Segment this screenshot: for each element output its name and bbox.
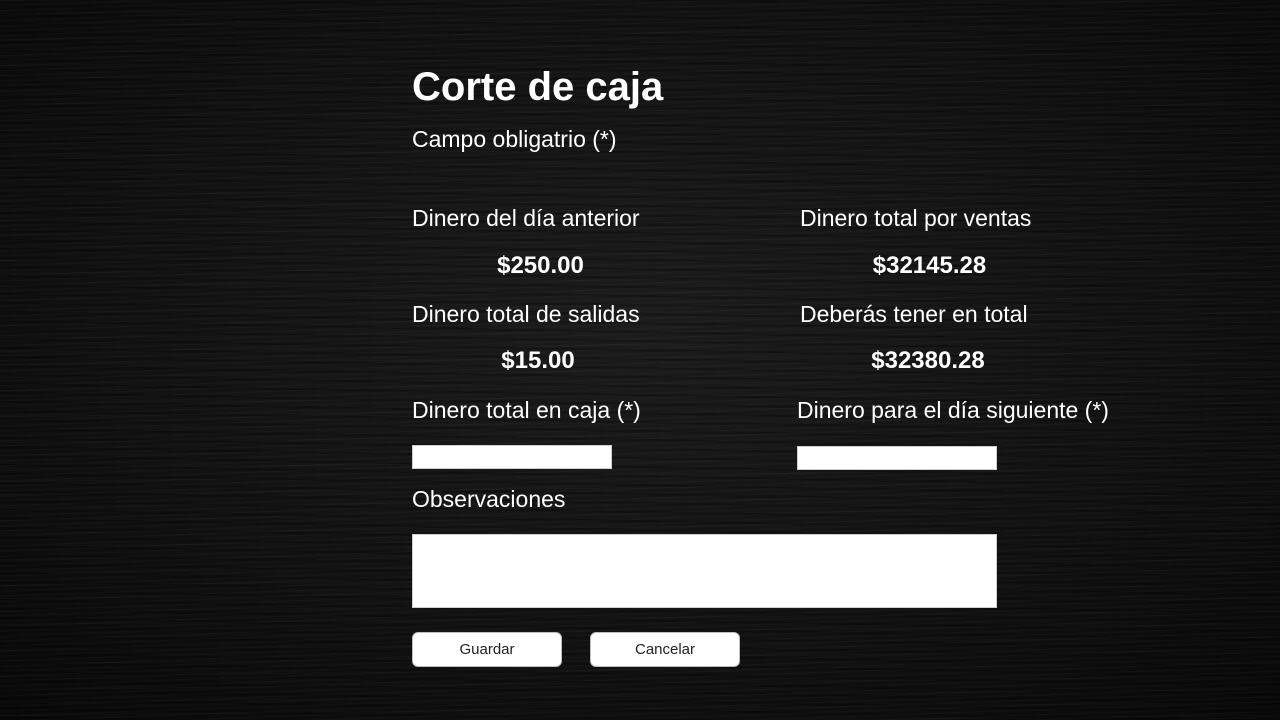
save-button[interactable]: Guardar xyxy=(412,632,562,667)
expected-total-value: $32380.28 xyxy=(871,347,985,374)
observations-label: Observaciones xyxy=(412,486,566,512)
page-title: Corte de caja xyxy=(412,65,664,109)
next-day-money-input[interactable] xyxy=(797,446,997,470)
next-day-money-label: Dinero para el día siguiente (*) xyxy=(797,397,1109,423)
sales-total-label: Dinero total por ventas xyxy=(800,205,1032,231)
required-fields-note: Campo obligatrio (*) xyxy=(412,126,617,152)
previous-day-money-label: Dinero del día anterior xyxy=(412,205,640,231)
observations-textarea[interactable] xyxy=(412,534,997,608)
outflows-total-value: $15.00 xyxy=(501,347,575,374)
previous-day-money-value: $250.00 xyxy=(497,252,584,279)
cash-in-register-label: Dinero total en caja (*) xyxy=(412,397,641,423)
cash-in-register-input[interactable] xyxy=(412,445,612,469)
cancel-button[interactable]: Cancelar xyxy=(590,632,740,667)
outflows-total-label: Dinero total de salidas xyxy=(412,301,640,327)
sales-total-value: $32145.28 xyxy=(872,252,987,279)
expected-total-label: Deberás tener en total xyxy=(800,301,1028,327)
